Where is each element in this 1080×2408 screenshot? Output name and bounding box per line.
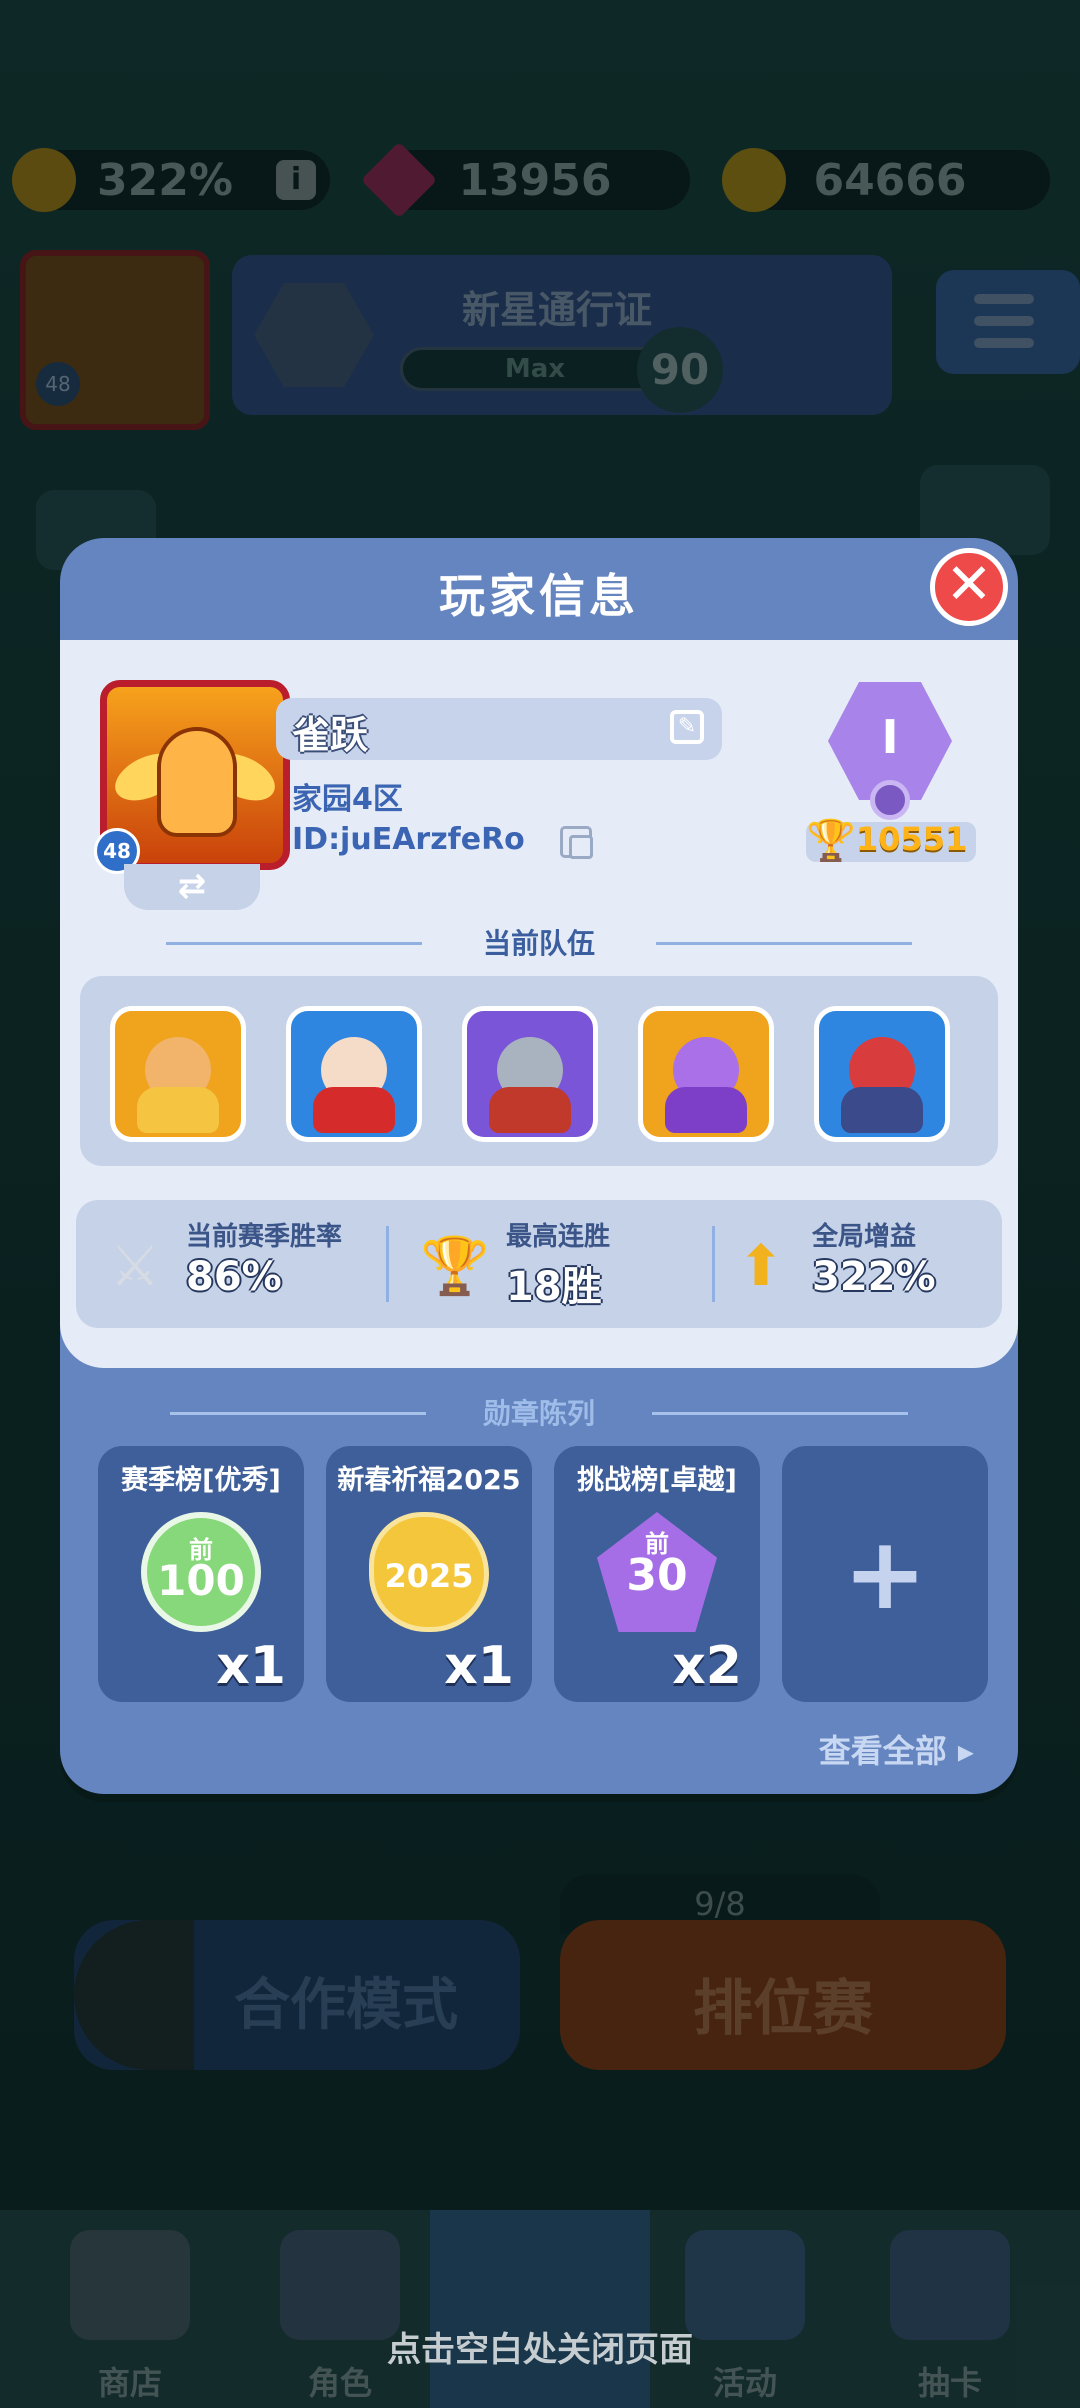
avatar-hero-icon xyxy=(157,727,237,837)
badge-header: 勋章陈列 xyxy=(60,1392,1018,1432)
medal-rank: 2025 xyxy=(384,1557,474,1595)
hero-body xyxy=(313,1087,395,1133)
medal-rank: 30 xyxy=(626,1550,688,1601)
hero-body xyxy=(841,1087,923,1133)
rank-medal-icon: 前 100 xyxy=(141,1512,261,1632)
divider-line xyxy=(652,1412,908,1415)
stat-label: 全局增益 xyxy=(812,1222,917,1252)
rank-tier-gem xyxy=(870,780,910,820)
medal-rank: 100 xyxy=(157,1556,245,1605)
team-header: 当前队伍 xyxy=(60,922,1018,962)
player-name-field[interactable]: 雀跃 ✎ xyxy=(276,698,722,760)
badge-count: x2 xyxy=(672,1636,742,1696)
team-hero-card[interactable] xyxy=(814,1006,950,1142)
boost-icon: ⬆ xyxy=(737,1234,785,1299)
badge-card[interactable]: 赛季榜[优秀] 前 100 x1 xyxy=(98,1446,304,1702)
hero-body xyxy=(665,1087,747,1133)
close-button[interactable]: ✕ xyxy=(930,548,1008,626)
badge-header-label: 勋章陈列 xyxy=(482,1397,595,1430)
stat-value: 322% xyxy=(812,1254,936,1300)
rank-tier-numeral: I xyxy=(881,710,899,764)
new-year-medal-icon: 2025 xyxy=(369,1512,489,1632)
close-hint: 点击空白处关闭页面 xyxy=(387,2330,693,2370)
stat-label: 当前赛季胜率 xyxy=(186,1222,343,1252)
player-stats: ⚔ 当前赛季胜率 86% 🏆 最高连胜 18胜 ⬆ 全局增益 322% xyxy=(76,1200,1002,1328)
badge-title: 赛季榜[优秀] xyxy=(121,1465,281,1496)
player-info-dialog: 玩家信息 ✕ 48 ⇄ 雀跃 ✎ 家园4区 ID:juEArzfeRo I 🏆 … xyxy=(60,538,1018,1794)
view-all-link[interactable]: 查看全部 ▸ xyxy=(819,1726,974,1772)
team-hero-card[interactable] xyxy=(286,1006,422,1142)
stat-divider xyxy=(386,1226,389,1302)
player-server: 家园4区 xyxy=(292,782,403,817)
stat-win-streak: 🏆 最高连胜 18胜 xyxy=(418,1216,698,1312)
badge-card[interactable]: 挑战榜[卓越] 前 30 x2 xyxy=(554,1446,760,1702)
player-info-panel: 48 ⇄ 雀跃 ✎ 家园4区 ID:juEArzfeRo I 🏆 10551 当… xyxy=(60,640,1018,1368)
edit-icon[interactable]: ✎ xyxy=(670,710,704,744)
copy-icon[interactable] xyxy=(560,826,593,859)
team-hero-card[interactable] xyxy=(110,1006,246,1142)
divider-line xyxy=(656,942,912,945)
team-header-label: 当前队伍 xyxy=(482,927,595,960)
crossed-swords-icon: ⚔ xyxy=(109,1234,161,1299)
divider-line xyxy=(170,1412,426,1415)
badge-card[interactable]: 新春祈福2025 2025 x1 xyxy=(326,1446,532,1702)
star-medal-icon: 前 30 xyxy=(597,1512,717,1632)
stat-win-rate: ⚔ 当前赛季胜率 86% xyxy=(98,1216,398,1312)
badge-title: 新春祈福2025 xyxy=(337,1465,521,1496)
stat-divider xyxy=(712,1226,715,1302)
trophy-icon: 🏆 xyxy=(420,1234,490,1299)
player-name: 雀跃 xyxy=(292,713,369,757)
hero-body xyxy=(137,1087,219,1133)
swap-avatar-button[interactable]: ⇄ xyxy=(124,864,260,910)
stat-label: 最高连胜 xyxy=(506,1222,611,1252)
plus-icon: + xyxy=(843,1515,927,1632)
add-badge-button[interactable]: + xyxy=(782,1446,988,1702)
stat-value: 86% xyxy=(186,1254,282,1300)
badge-count: x1 xyxy=(444,1636,514,1696)
divider-line xyxy=(166,942,422,945)
team-hero-card[interactable] xyxy=(462,1006,598,1142)
player-id: ID:juEArzfeRo xyxy=(292,822,525,857)
hero-body xyxy=(489,1087,571,1133)
team-hero-card[interactable] xyxy=(638,1006,774,1142)
stat-global-boost: ⬆ 全局增益 322% xyxy=(724,1216,994,1312)
trophy-icon: 🏆 xyxy=(806,818,856,864)
dialog-title: 玩家信息 xyxy=(439,569,639,623)
stat-value: 18胜 xyxy=(506,1264,602,1310)
trophy-count: 10551 xyxy=(856,820,968,858)
current-team xyxy=(80,976,998,1166)
badge-count: x1 xyxy=(216,1636,286,1696)
badge-title: 挑战榜[卓越] xyxy=(577,1465,737,1496)
